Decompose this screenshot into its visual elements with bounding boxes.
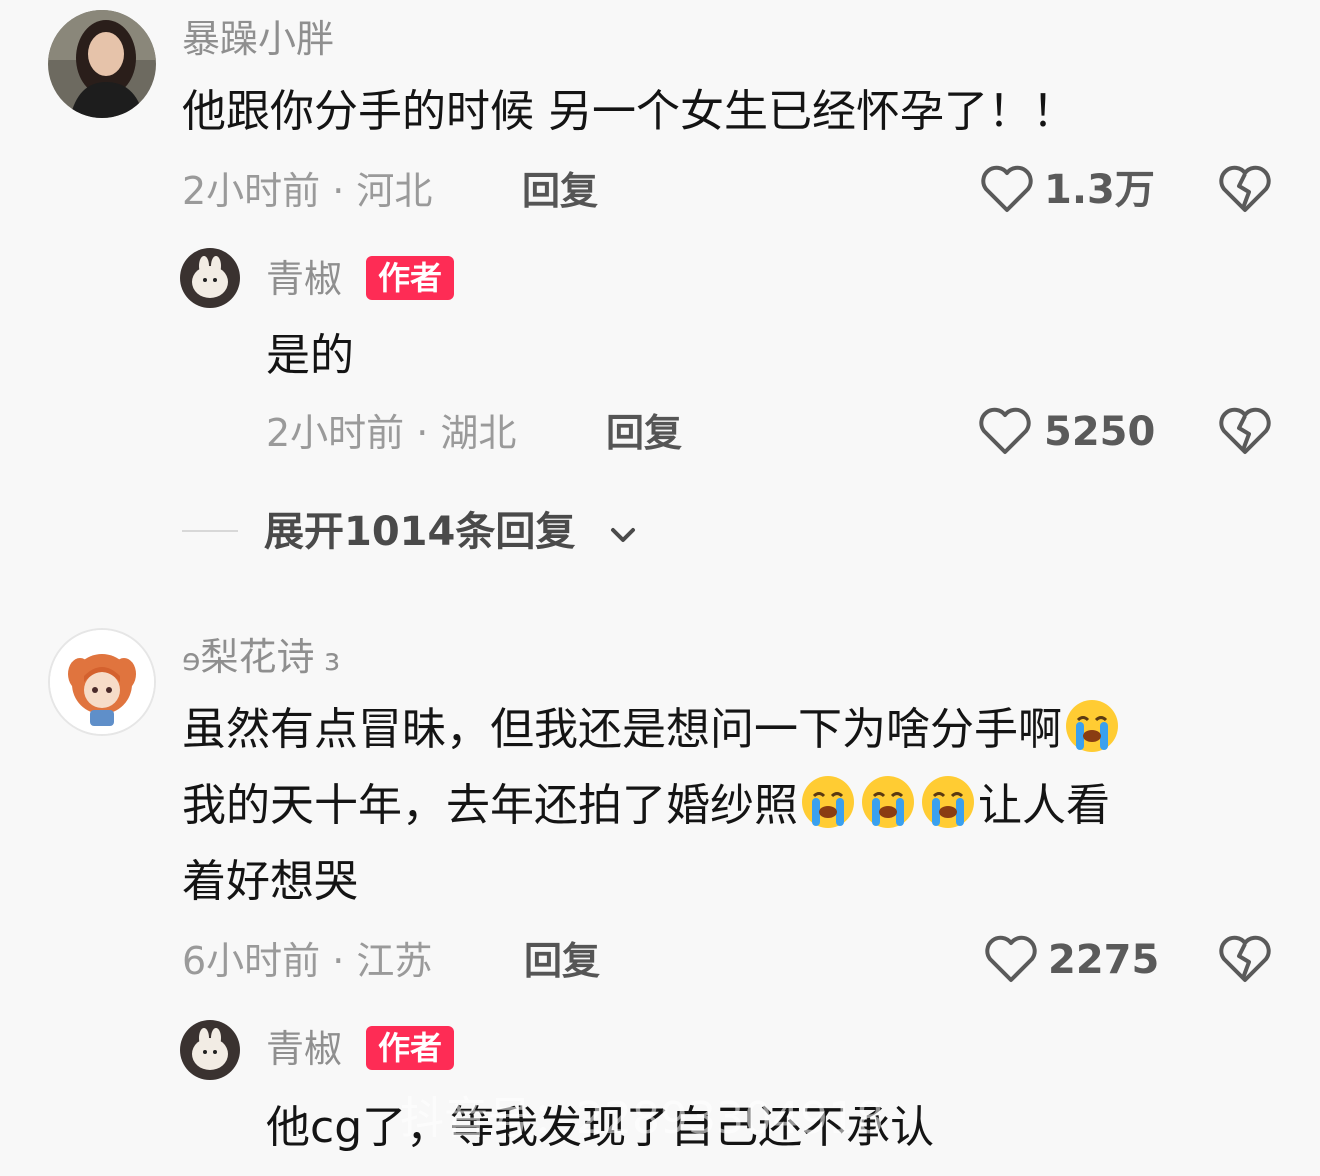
broken-heart-icon[interactable] <box>1218 934 1272 984</box>
author-badge: 作者 <box>366 256 455 300</box>
username[interactable]: ɘ梨花诗 ɜ <box>182 638 340 676</box>
loudly-crying-face-emoji <box>862 776 914 828</box>
loudly-crying-face-emoji <box>802 776 854 828</box>
comment-meta: 2小时前 · 河北 <box>182 169 433 213</box>
comment-meta: 2小时前 · 湖北 <box>266 411 517 455</box>
username[interactable]: 暴躁小胖 <box>182 20 334 58</box>
comment-text-line: 虽然有点冒昧，但我还是想问一下为啥分手啊 <box>182 692 1122 768</box>
like-count: 5250 <box>1044 409 1156 455</box>
username[interactable]: 青椒 <box>266 1030 342 1068</box>
comment-text: 是的 <box>266 330 354 381</box>
username-label: 梨花诗 <box>200 635 315 679</box>
divider <box>182 530 238 532</box>
like-button[interactable]: 2275 <box>984 932 1164 988</box>
broken-heart-icon[interactable] <box>1218 164 1272 214</box>
username[interactable]: 青椒 <box>266 260 342 298</box>
comment-meta: 6小时前 · 江苏 <box>182 939 433 983</box>
like-count: 1.3万 <box>1044 167 1155 213</box>
loudly-crying-face-emoji <box>922 776 974 828</box>
heart-outline-icon <box>979 407 1031 454</box>
decoration-icon: ɘ <box>182 643 201 678</box>
comment-text-line: 我的天十年，去年还拍了婚纱照 让人看 <box>182 768 1122 844</box>
like-count: 2275 <box>1048 937 1160 983</box>
chevron-down-icon <box>611 528 635 542</box>
decoration-icon: ɜ <box>314 643 340 678</box>
like-button[interactable]: 5250 <box>978 404 1158 460</box>
like-button[interactable]: 1.3万 <box>980 162 1160 218</box>
text-segment: 让人看 <box>978 780 1110 831</box>
avatar[interactable] <box>48 628 156 736</box>
avatar[interactable] <box>48 10 156 118</box>
watermark: 抖音号：22893304918 <box>400 1093 884 1144</box>
reply-button[interactable]: 回复 <box>524 942 600 980</box>
expand-replies-button[interactable]: 展开1014条回复 <box>264 510 664 558</box>
text-segment: 虽然有点冒昧，但我还是想问一下为啥分手啊 <box>182 704 1062 755</box>
comment-text: 虽然有点冒昧，但我还是想问一下为啥分手啊 我的天十年，去年还拍了婚纱照 让人看 着… <box>182 692 1122 920</box>
heart-outline-icon <box>985 935 1037 982</box>
author-badge: 作者 <box>366 1026 455 1070</box>
broken-heart-icon[interactable] <box>1218 406 1272 456</box>
reply-button[interactable]: 回复 <box>522 172 598 210</box>
comment-text: 他跟你分手的时候 另一个女生已经怀孕了！！ <box>182 86 1076 137</box>
heart-outline-icon <box>981 165 1033 212</box>
avatar[interactable] <box>180 248 240 308</box>
loudly-crying-face-emoji <box>1066 700 1118 752</box>
expand-replies-label: 展开1014条回复 <box>264 509 576 555</box>
comment-text-line: 着好想哭 <box>182 856 358 907</box>
avatar[interactable] <box>180 1020 240 1080</box>
text-segment: 我的天十年，去年还拍了婚纱照 <box>182 780 798 831</box>
reply-button[interactable]: 回复 <box>606 414 682 452</box>
